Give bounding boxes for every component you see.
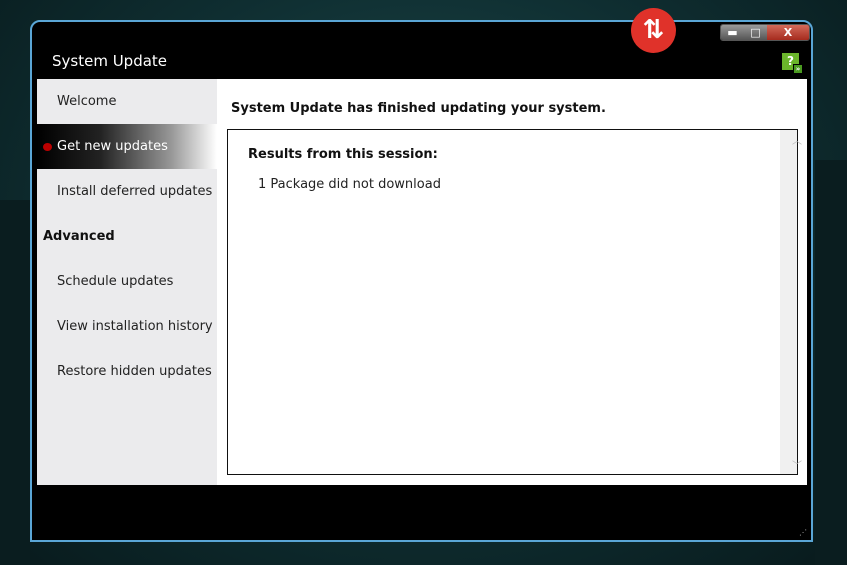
results-box: Results from this session: 1 Package did… xyxy=(227,129,802,475)
sidebar-item-welcome[interactable]: Welcome xyxy=(37,79,217,124)
sidebar-item-restore-hidden[interactable]: Restore hidden updates xyxy=(37,349,217,394)
scrollbar[interactable]: ︿ ﹀ xyxy=(780,130,802,474)
sidebar-item-install-deferred[interactable]: Install deferred updates xyxy=(37,169,217,214)
background-building xyxy=(815,160,847,565)
update-arrows-icon: ⇅ xyxy=(631,8,676,53)
scroll-up-icon[interactable]: ︿ xyxy=(789,132,806,147)
sidebar-item-schedule[interactable]: Schedule updates xyxy=(37,259,217,304)
app-window: System Update ▬ □ X ?» Welcome Get new u… xyxy=(30,20,813,542)
status-message: System Update has finished updating your… xyxy=(231,101,606,116)
window-title: System Update xyxy=(52,52,168,70)
background-building xyxy=(0,200,30,565)
scroll-down-icon[interactable]: ﹀ xyxy=(789,457,806,472)
resize-grip-icon[interactable]: ⋰ xyxy=(799,528,807,537)
help-icon[interactable]: ?» xyxy=(782,53,803,74)
result-item: 1 Package did not download xyxy=(258,177,441,192)
sidebar-item-history[interactable]: View installation history xyxy=(37,304,217,349)
window-controls: ▬ □ X xyxy=(720,24,810,41)
minimize-button[interactable]: ▬ xyxy=(721,25,744,40)
close-button[interactable]: X xyxy=(767,25,809,40)
sidebar: Welcome Get new updates Install deferred… xyxy=(37,79,217,485)
main-content: System Update has finished updating your… xyxy=(217,79,807,485)
sidebar-heading-advanced: Advanced xyxy=(43,229,115,244)
maximize-button[interactable]: □ xyxy=(744,25,767,40)
results-title: Results from this session: xyxy=(248,147,438,162)
sidebar-item-label: Get new updates xyxy=(57,139,168,154)
selected-dot-icon xyxy=(43,142,52,151)
sidebar-item-get-new-updates[interactable]: Get new updates xyxy=(37,124,217,169)
